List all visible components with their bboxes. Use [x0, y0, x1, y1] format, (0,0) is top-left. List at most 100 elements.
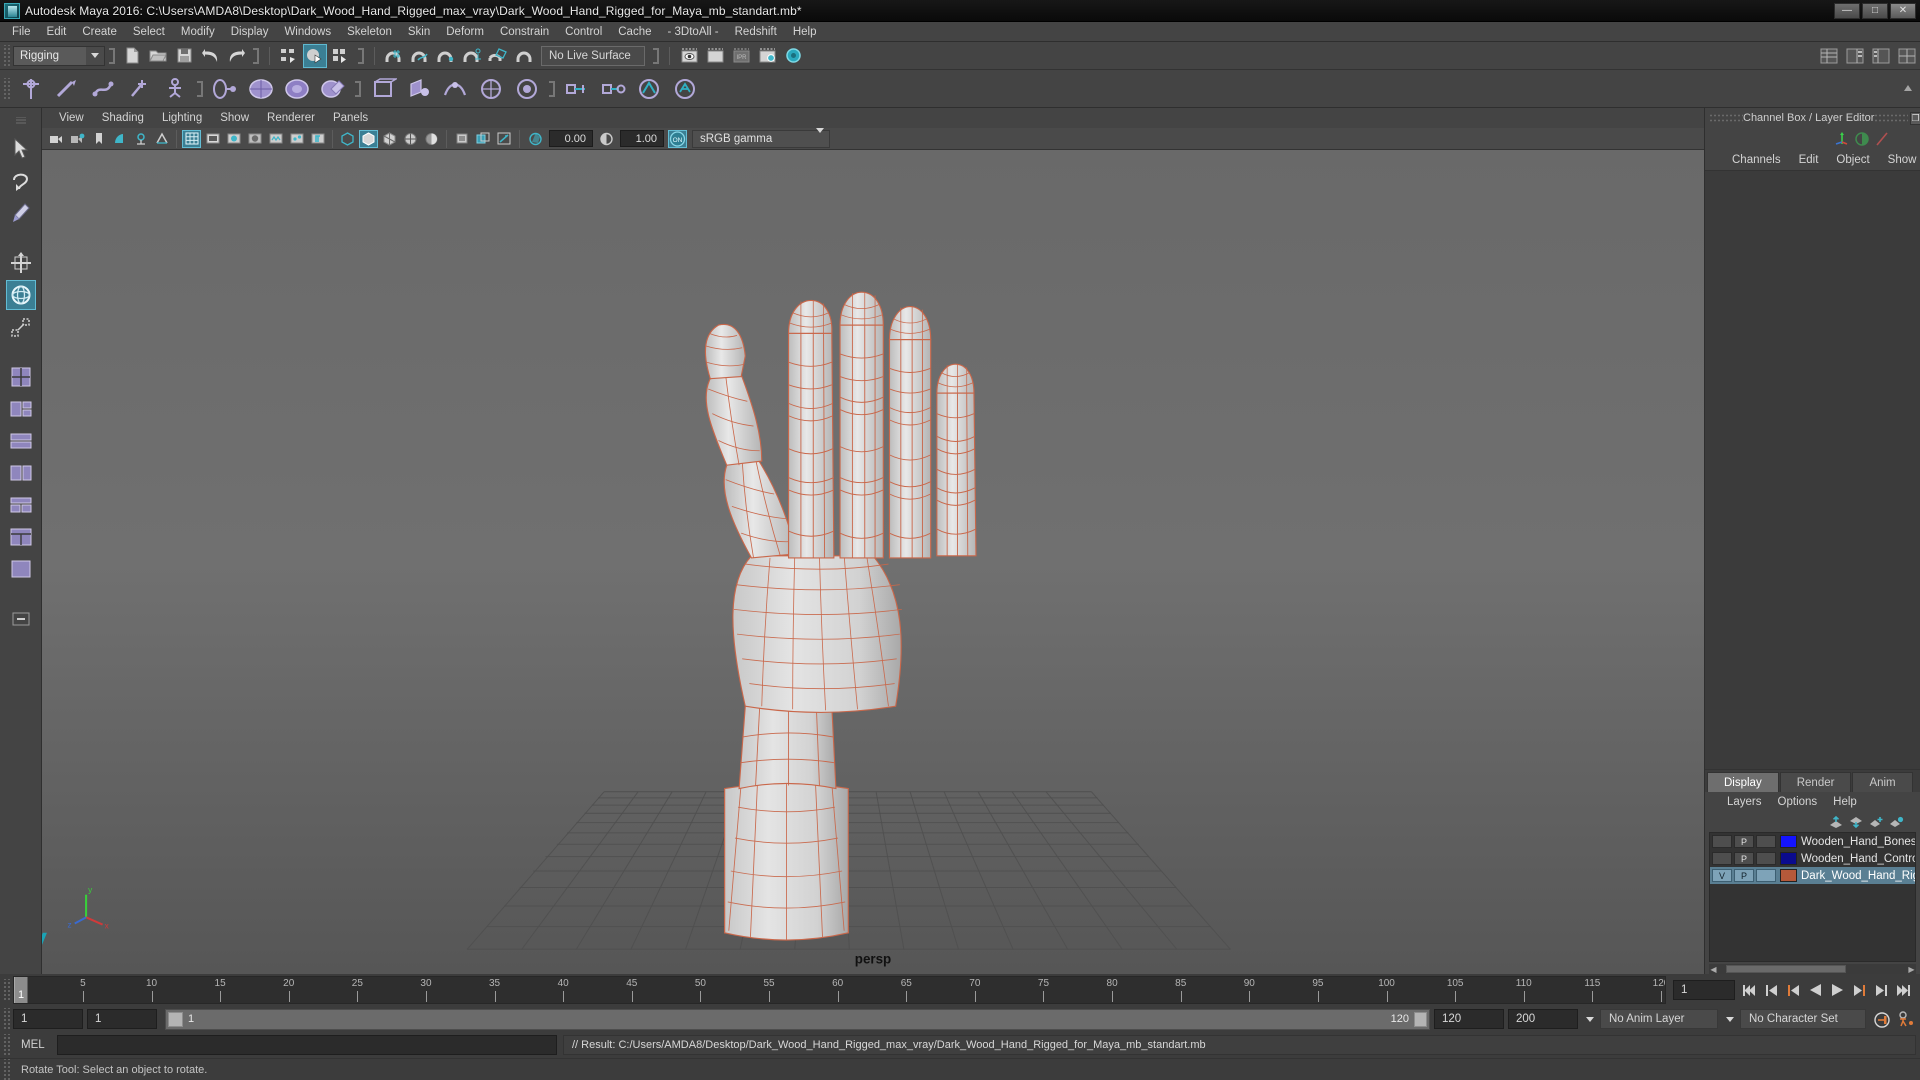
panel-menu-view[interactable]: View	[50, 111, 93, 125]
show-tool-settings-icon[interactable]	[1869, 44, 1893, 68]
step-forward-frame-icon[interactable]	[1871, 979, 1891, 1001]
smooth-bind-icon[interactable]	[245, 73, 277, 105]
paint-select-tool[interactable]	[6, 198, 36, 228]
anim-layer-selector[interactable]: No Anim Layer	[1600, 1009, 1718, 1029]
current-time-indicator[interactable]: 1	[14, 977, 28, 1003]
new-layer-icon[interactable]	[1866, 813, 1886, 831]
new-layer-from-selected-icon[interactable]	[1886, 813, 1906, 831]
layer-playback-toggle[interactable]: P	[1734, 835, 1754, 848]
animation-end-time-field[interactable]: 200	[1508, 1009, 1578, 1029]
ipr-render-icon[interactable]: IPR	[729, 44, 753, 68]
two-pane-stacked-layout-icon[interactable]	[6, 458, 36, 488]
character-set-icon[interactable]	[633, 73, 665, 105]
interactive-bind-icon[interactable]	[281, 73, 313, 105]
layer-row[interactable]: V P Dark_Wood_Hand_Rig	[1710, 867, 1915, 884]
character-set-chevron-icon[interactable]	[1722, 1016, 1738, 1022]
menu-windows[interactable]: Windows	[276, 24, 339, 40]
layer-visibility-toggle[interactable]	[1712, 835, 1732, 848]
isolate-select-icon[interactable]	[422, 130, 441, 148]
two-sided-lighting-icon[interactable]	[131, 130, 150, 148]
smooth-shade-textured-icon[interactable]	[380, 130, 399, 148]
layer-color-swatch[interactable]	[1780, 869, 1797, 882]
hypershade-icon[interactable]	[781, 44, 805, 68]
layer-color-swatch[interactable]	[1780, 852, 1797, 865]
close-button[interactable]: ✕	[1890, 2, 1916, 19]
soft-modification-icon[interactable]	[439, 73, 471, 105]
panel-menu-shading[interactable]: Shading	[93, 111, 153, 125]
layer-name[interactable]: Dark_Wood_Hand_Rig	[1801, 870, 1915, 882]
toolbox-grip[interactable]	[9, 110, 33, 132]
paint-weights-icon[interactable]	[317, 73, 349, 105]
menu-edit[interactable]: Edit	[39, 24, 75, 40]
channel-box-body[interactable]	[1705, 170, 1920, 770]
render-settings-icon[interactable]	[755, 44, 779, 68]
playback-end-time-field[interactable]: 120	[1434, 1009, 1504, 1029]
smooth-shade-all-icon[interactable]	[359, 129, 378, 148]
xray-joints-icon[interactable]	[287, 130, 306, 148]
current-frame-field[interactable]: 1	[1673, 980, 1735, 1000]
tab-render[interactable]: Render	[1779, 772, 1852, 792]
layer-menu-layers[interactable]: Layers	[1719, 795, 1770, 809]
command-input-field[interactable]	[57, 1035, 557, 1055]
xray-icon[interactable]	[266, 130, 285, 148]
command-language-label[interactable]: MEL	[13, 1039, 57, 1051]
select-camera-icon[interactable]	[47, 130, 66, 148]
modeling-toolkit-icon[interactable]	[1872, 130, 1892, 148]
auto-keyframe-icon[interactable]	[1870, 1010, 1894, 1028]
layer-shading-toggle[interactable]	[1756, 835, 1776, 848]
menu-file[interactable]: File	[4, 24, 39, 40]
film-gate-icon[interactable]	[203, 130, 222, 148]
range-handle-left[interactable]	[168, 1011, 183, 1027]
channel-menu-show[interactable]: Show	[1879, 153, 1920, 167]
gamma-field[interactable]: 1.00	[620, 130, 664, 147]
grid-toggle-icon[interactable]	[182, 129, 201, 148]
help-line-grip[interactable]	[2, 1058, 10, 1080]
bookmark-icon[interactable]	[89, 130, 108, 148]
hardware-texturing-icon[interactable]	[452, 130, 471, 148]
maximize-button[interactable]: □	[1862, 2, 1888, 19]
create-skeleton-icon[interactable]	[159, 73, 191, 105]
menu-skeleton[interactable]: Skeleton	[339, 24, 400, 40]
layer-visibility-toggle[interactable]	[1712, 852, 1732, 865]
camera-attributes-icon[interactable]	[68, 130, 87, 148]
command-line-grip[interactable]	[2, 1034, 10, 1056]
scale-tool[interactable]	[6, 312, 36, 342]
ik-handle-tool-icon[interactable]	[51, 73, 83, 105]
cluster-deformer-icon[interactable]	[403, 73, 435, 105]
shadow-toggle-icon[interactable]	[245, 130, 264, 148]
statusline-grip[interactable]	[2, 44, 10, 67]
restore-panel-button[interactable]: ❐	[1910, 111, 1920, 125]
shelf-scroll-up-icon[interactable]	[1896, 77, 1920, 99]
channel-menu-edit[interactable]: Edit	[1790, 153, 1828, 167]
color-management-selector[interactable]: sRGB gamma	[692, 127, 830, 148]
layer-playback-toggle[interactable]: P	[1734, 869, 1754, 882]
open-scene-icon[interactable]	[146, 44, 170, 68]
step-forward-key-icon[interactable]	[1849, 979, 1869, 1001]
joint-tool-icon[interactable]	[15, 73, 47, 105]
time-slider-grip[interactable]	[2, 979, 10, 1001]
perspective-viewport[interactable]: persp y x z	[42, 150, 1704, 974]
layer-menu-options[interactable]: Options	[1770, 795, 1826, 809]
attribute-editor-icon[interactable]	[1852, 130, 1872, 148]
minimize-button[interactable]: —	[1834, 2, 1860, 19]
layer-shading-toggle[interactable]	[1756, 852, 1776, 865]
ik-spline-handle-icon[interactable]	[87, 73, 119, 105]
show-channel-box-icon[interactable]	[1817, 44, 1841, 68]
select-component-icon[interactable]	[329, 44, 353, 68]
menu-constrain[interactable]: Constrain	[492, 24, 557, 40]
range-handle-right[interactable]	[1414, 1011, 1427, 1027]
character-map-icon[interactable]	[669, 73, 701, 105]
menu-modify[interactable]: Modify	[173, 24, 223, 40]
lattice-deformer-icon[interactable]	[367, 73, 399, 105]
select-hierarchy-icon[interactable]	[277, 44, 301, 68]
scroll-left-icon[interactable]: ◀	[1709, 965, 1718, 974]
menu-display[interactable]: Display	[223, 24, 277, 40]
nonlinear-deformer-icon[interactable]	[475, 73, 507, 105]
menu-set-selector[interactable]: Rigging	[13, 45, 105, 66]
menu-skin[interactable]: Skin	[400, 24, 438, 40]
bind-skin-icon[interactable]	[209, 73, 241, 105]
panel-menu-lighting[interactable]: Lighting	[153, 111, 211, 125]
tab-display[interactable]: Display	[1707, 772, 1779, 792]
more-layouts-icon[interactable]	[6, 604, 36, 634]
persp-outliner-layout-icon[interactable]	[6, 394, 36, 424]
